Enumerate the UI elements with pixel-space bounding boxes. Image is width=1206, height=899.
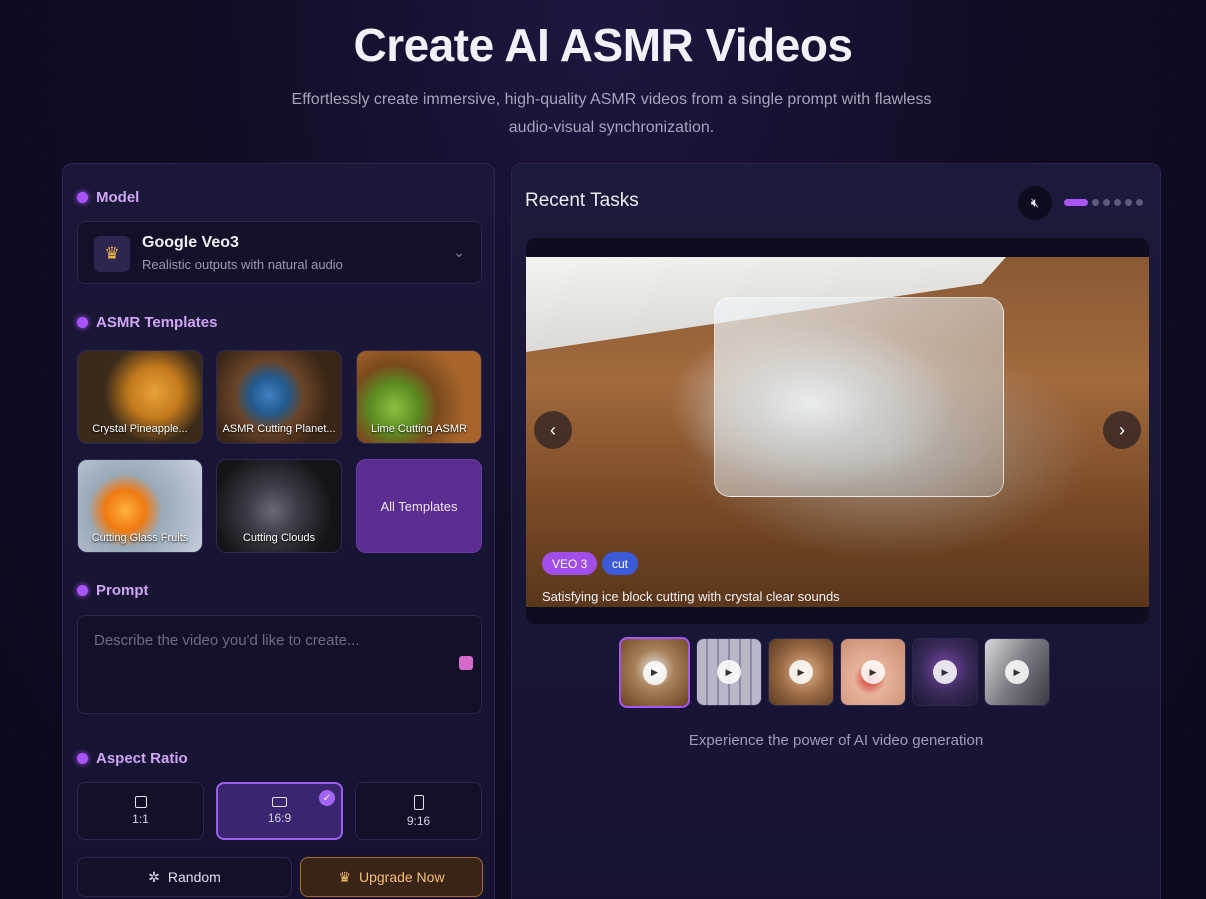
video-thumbnail[interactable]: ▶	[696, 638, 762, 706]
model-description: Realistic outputs with natural audio	[142, 257, 343, 272]
video-thumbnail[interactable]: ▶	[619, 637, 690, 708]
video-thumbnail[interactable]: ▶	[768, 638, 834, 706]
category-tag: cut	[602, 552, 639, 575]
square-icon	[134, 796, 147, 808]
model-section-label: Model	[77, 189, 139, 206]
play-icon: ▶	[1005, 660, 1029, 684]
play-icon: ▶	[789, 660, 813, 684]
aspect-ratio-section-label: Aspect Ratio	[77, 750, 188, 767]
video-thumbnail[interactable]: ▶	[840, 638, 906, 706]
check-icon: ✓	[319, 790, 335, 806]
video-ice-shape	[714, 297, 1004, 497]
bullet-dot	[77, 753, 88, 764]
sparkle-icon: ✲	[148, 868, 160, 885]
bullet-dot	[77, 585, 88, 596]
panel-footer-text: Experience the power of AI video generat…	[688, 732, 984, 749]
pager-dot[interactable]	[1103, 199, 1110, 206]
carousel-pager	[1064, 199, 1143, 206]
play-icon: ▶	[861, 660, 885, 684]
crown-icon: ♛	[94, 236, 130, 272]
bullet-dot	[77, 192, 88, 203]
play-icon: ▶	[933, 660, 957, 684]
model-name: Google Veo3	[142, 234, 239, 251]
generator-panel: Model ♛ Google Veo3 Realistic outputs wi…	[62, 163, 495, 899]
ratio-option-16-9[interactable]: ✓ 16:9	[216, 782, 343, 840]
template-card[interactable]: Crystal Pineapple...	[77, 350, 203, 444]
ratio-option-9-16[interactable]: 9:16	[355, 782, 482, 840]
landscape-icon	[272, 797, 287, 807]
prompt-input[interactable]: Describe the video you'd like to create.…	[77, 615, 482, 714]
video-caption: Satisfying ice block cutting with crysta…	[542, 589, 840, 604]
page-title: Create AI ASMR Videos	[353, 19, 853, 71]
previous-arrow-icon[interactable]: ‹	[534, 411, 572, 449]
bullet-dot	[77, 317, 88, 328]
model-tag: VEO 3	[542, 552, 598, 575]
template-card[interactable]: Cutting Clouds	[216, 459, 342, 553]
chevron-down-icon: ⌄	[453, 244, 465, 260]
video-thumbnail[interactable]: ▶	[912, 638, 978, 706]
pager-dot[interactable]	[1136, 199, 1143, 206]
mute-button[interactable]: 🔇︎	[1018, 186, 1052, 220]
speaker-muted-icon: 🔇︎	[1030, 195, 1040, 210]
recent-tasks-title: Recent Tasks	[525, 190, 639, 211]
pager-dot[interactable]	[1114, 199, 1121, 206]
image-upload-icon[interactable]	[459, 656, 473, 670]
model-select[interactable]: ♛ Google Veo3 Realistic outputs with nat…	[77, 221, 482, 284]
recent-tasks-panel: Recent Tasks 🔇︎ ‹ › VEO 3 cut Satisfying…	[511, 163, 1161, 899]
crown-icon: ♛	[338, 868, 351, 885]
video-thumbnail[interactable]: ▶	[984, 638, 1050, 706]
template-card[interactable]: ASMR Cutting Planet...	[216, 350, 342, 444]
pager-dot[interactable]	[1064, 199, 1088, 206]
pager-dot[interactable]	[1092, 199, 1099, 206]
play-icon: ▶	[642, 660, 667, 685]
template-card[interactable]: Cutting Glass Fruits	[77, 459, 203, 553]
template-card[interactable]: Lime Cutting ASMR	[356, 350, 482, 444]
all-templates-button[interactable]: All Templates	[356, 459, 482, 553]
page-subtitle: Effortlessly create immersive, high-qual…	[291, 91, 932, 136]
portrait-icon	[413, 794, 424, 810]
video-player[interactable]: ‹ › VEO 3 cut Satisfying ice block cutti…	[526, 238, 1149, 624]
prompt-section-label: Prompt	[77, 582, 149, 599]
templates-section-label: ASMR Templates	[77, 314, 217, 331]
upgrade-button[interactable]: ♛ Upgrade Now	[300, 857, 483, 897]
play-icon: ▶	[717, 660, 741, 684]
random-button[interactable]: ✲ Random	[77, 857, 292, 897]
thumbnail-strip: ▶ ▶ ▶ ▶ ▶ ▶	[619, 637, 1050, 708]
next-arrow-icon[interactable]: ›	[1103, 411, 1141, 449]
pager-dot[interactable]	[1125, 199, 1132, 206]
ratio-option-1-1[interactable]: 1:1	[77, 782, 204, 840]
